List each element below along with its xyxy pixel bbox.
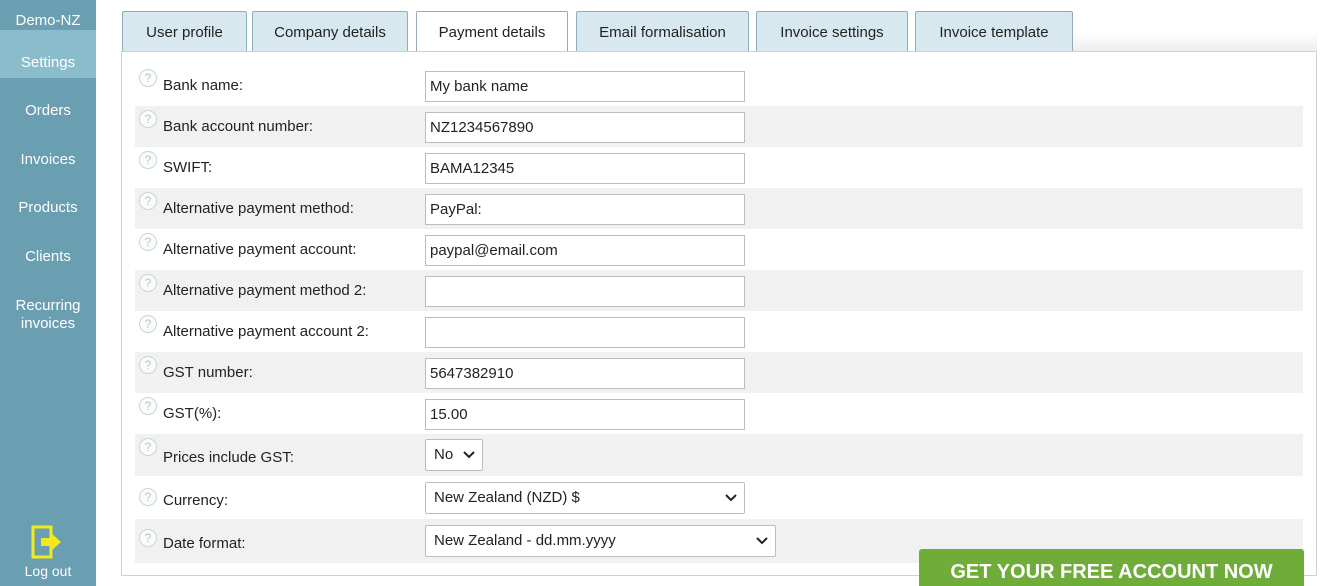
sidebar-item-orders[interactable]: Orders [0,96,96,126]
form-row-swift: ? SWIFT: [135,147,1303,188]
prices-include-gst-select[interactable]: No [425,439,483,471]
form-row-alternative-payment-method: ? Alternative payment method: [135,188,1303,229]
sidebar-item-label: Recurring [15,297,81,314]
tab-invoice-settings[interactable]: Invoice settings [756,11,908,51]
logout-icon[interactable] [31,525,63,559]
help-icon[interactable]: ? [139,397,157,415]
help-icon[interactable]: ? [139,69,157,87]
tab-payment-details[interactable]: Payment details [416,11,568,52]
form-row-prices-include-gst: ? Prices include GST: No [135,434,1303,476]
help-icon[interactable]: ? [139,488,157,506]
gst-percent-input[interactable] [425,399,745,430]
sidebar-item-invoices[interactable]: Invoices [0,145,96,175]
help-icon[interactable]: ? [139,529,157,547]
help-icon[interactable]: ? [139,438,157,456]
currency-selected: New Zealand (NZD) $ [434,489,580,506]
alternative-payment-account-input[interactable] [425,235,745,266]
help-icon[interactable]: ? [139,192,157,210]
sidebar-item-clients[interactable]: Clients [0,242,96,272]
date-format-select[interactable]: New Zealand - dd.mm.yyyy [425,525,776,557]
tab-company-details[interactable]: Company details [252,11,408,51]
alternative-payment-account-2-label: Alternative payment account 2: [163,323,369,340]
bank-account-number-input[interactable] [425,112,745,143]
app-window: Demo-NZ Settings Orders Invoices Product… [0,0,1320,586]
currency-label: Currency: [163,492,229,509]
form-row-gst-number: ? GST number: [135,352,1303,393]
sidebar-item-settings[interactable]: Settings [0,30,96,78]
alternative-payment-method-input[interactable] [425,194,745,225]
form-row-alternative-payment-account: ? Alternative payment account: [135,229,1303,270]
tab-user-profile[interactable]: User profile [122,11,247,51]
sidebar-item-label: invoices [20,315,76,332]
form-row-currency: ? Currency: New Zealand (NZD) $ [135,476,1303,519]
swift-input[interactable] [425,153,745,184]
brand-name: Demo-NZ [15,12,81,29]
chevron-down-icon [725,494,737,502]
date-format-label: Date format: [163,535,246,552]
sidebar: Demo-NZ Settings Orders Invoices Product… [0,0,96,586]
alternative-payment-account-label: Alternative payment account: [163,241,357,258]
tab-bar-shadow [1073,32,1317,52]
bank-account-number-label: Bank account number: [163,118,314,135]
form-row-gst-percent: ? GST(%): [135,393,1303,434]
form-row-alternative-payment-method-2: ? Alternative payment method 2: [135,270,1303,311]
bank-name-input[interactable] [425,71,745,102]
prices-include-gst-selected: No [434,446,454,463]
help-icon[interactable]: ? [139,274,157,292]
bank-name-label: Bank name: [163,77,244,94]
gst-number-input[interactable] [425,358,745,389]
chevron-down-icon [463,451,475,459]
tab-email-formalisation[interactable]: Email formalisation [576,11,749,51]
swift-label: SWIFT: [163,159,213,176]
date-format-selected: New Zealand - dd.mm.yyyy [434,532,616,549]
alternative-payment-account-2-input[interactable] [425,317,745,348]
help-icon[interactable]: ? [139,233,157,251]
alternative-payment-method-2-label: Alternative payment method 2: [163,282,367,299]
chevron-down-icon [756,537,768,545]
form-row-alternative-payment-account-2: ? Alternative payment account 2: [135,311,1303,352]
help-icon[interactable]: ? [139,151,157,169]
form-row-bank-account-number: ? Bank account number: [135,106,1303,147]
form-row-bank-name: ? Bank name: [135,65,1303,106]
prices-include-gst-label: Prices include GST: [163,449,294,466]
get-free-account-button[interactable]: GET YOUR FREE ACCOUNT NOW [919,549,1304,586]
help-icon[interactable]: ? [139,110,157,128]
logout-button[interactable]: Log out [0,563,96,579]
alternative-payment-method-label: Alternative payment method: [163,200,354,217]
help-icon[interactable]: ? [139,315,157,333]
gst-number-label: GST number: [163,364,253,381]
gst-percent-label: GST(%): [163,405,222,422]
help-icon[interactable]: ? [139,356,157,374]
tab-invoice-template[interactable]: Invoice template [915,11,1073,51]
sidebar-item-products[interactable]: Products [0,193,96,223]
sidebar-item-recurring-invoices[interactable]: Recurring invoices [0,297,96,333]
currency-select[interactable]: New Zealand (NZD) $ [425,482,745,514]
alternative-payment-method-2-input[interactable] [425,276,745,307]
